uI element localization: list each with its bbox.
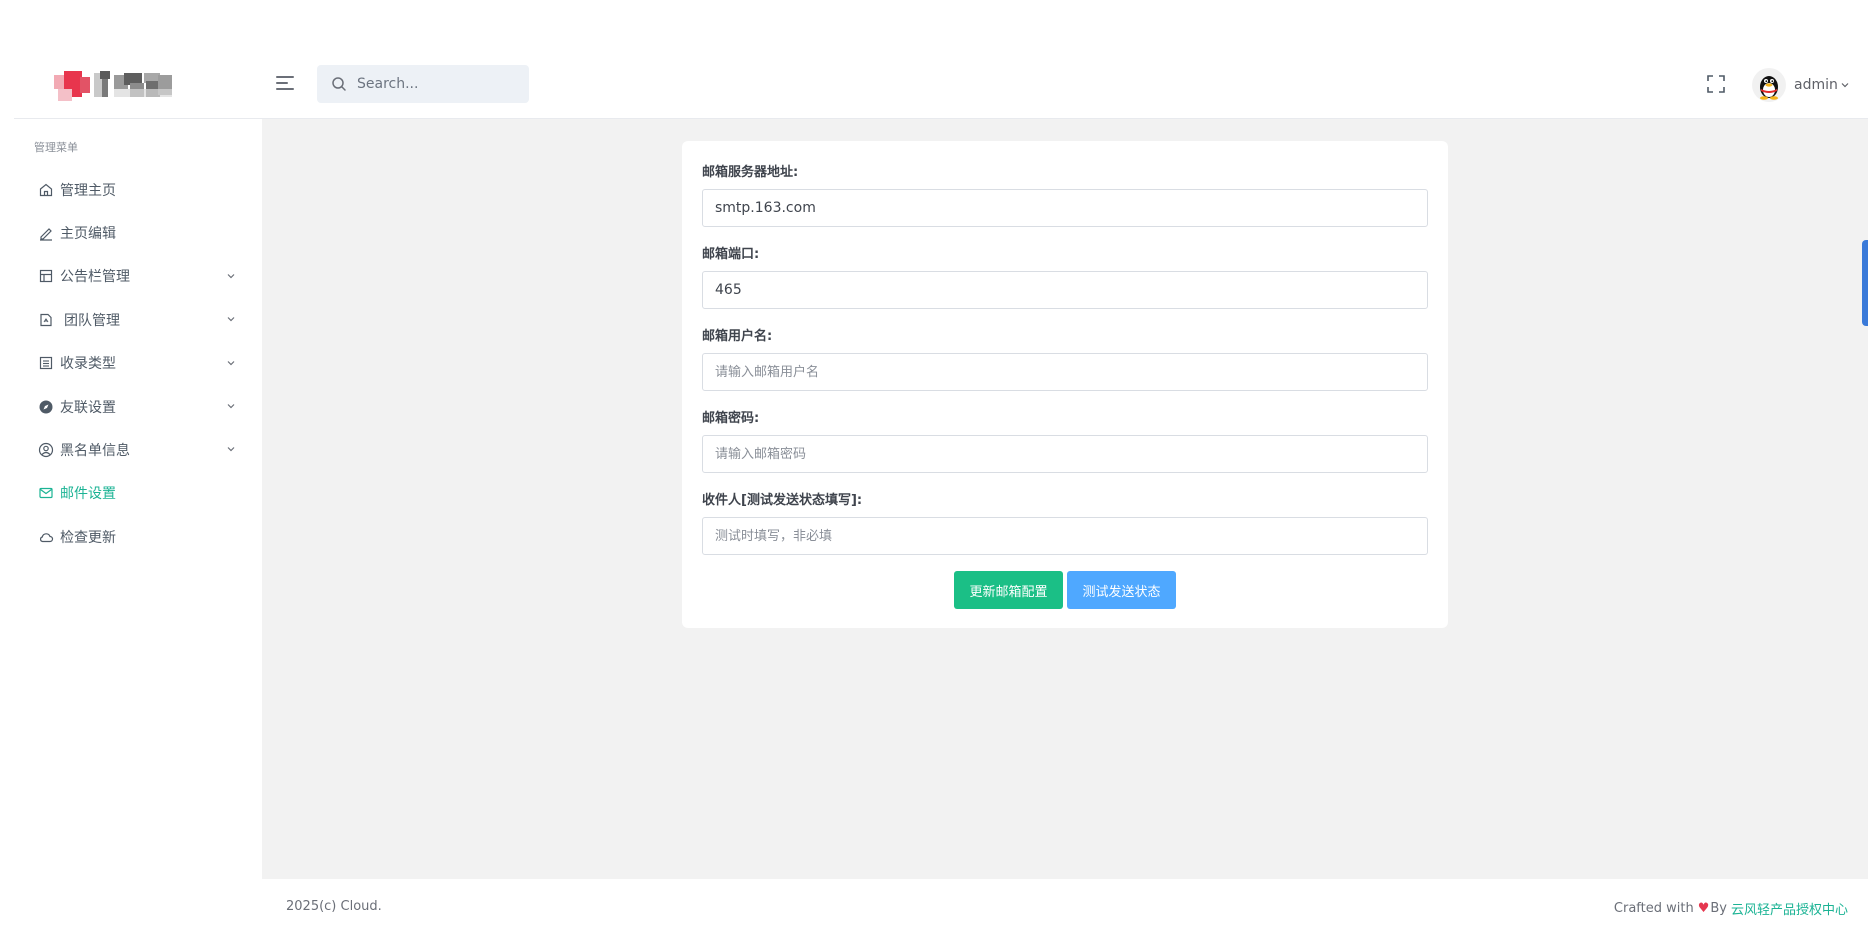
settings-drawer-tab[interactable] — [1862, 240, 1868, 326]
sidebar-item-announcements[interactable]: 公告栏管理 — [14, 255, 262, 298]
sidebar-item-label: 管理主页 — [60, 182, 116, 199]
sidebar-item-friend-links[interactable]: 友联设置 — [14, 385, 262, 428]
sidebar-item-label: 收录类型 — [60, 356, 116, 373]
sidebar-item-label: 主页编辑 — [60, 226, 116, 243]
chevron-down-icon — [227, 360, 235, 365]
sidebar: 管理菜单 管理主页 主页编辑 公告栏管理 团队管理 收录类型 友联设置 黑名单信… — [14, 119, 262, 934]
document-icon — [40, 313, 52, 326]
user-menu[interactable]: admin — [1752, 65, 1850, 105]
server-label: 邮箱服务器地址: — [702, 165, 799, 180]
menu-title: 管理菜单 — [34, 141, 78, 154]
sidebar-item-label: 黑名单信息 — [60, 443, 130, 460]
username-input[interactable] — [702, 353, 1428, 391]
sidebar-item-team[interactable]: 团队管理 — [14, 298, 262, 341]
fullscreen-icon[interactable] — [1706, 74, 1726, 94]
sidebar-item-mail-settings[interactable]: 邮件设置 — [14, 472, 262, 515]
list-icon — [39, 357, 53, 370]
sidebar-item-label: 团队管理 — [64, 312, 120, 329]
sidebar-item-label: 友联设置 — [60, 399, 116, 416]
sidebar-item-home[interactable]: 管理主页 — [14, 168, 262, 211]
by-text: By — [1710, 901, 1727, 916]
mail-icon — [39, 488, 53, 499]
home-icon — [39, 183, 53, 196]
username: admin — [1794, 77, 1838, 93]
port-input[interactable] — [702, 271, 1428, 309]
footer-link[interactable]: 云风轻产品授权中心 — [1731, 899, 1848, 918]
sidebar-item-label: 邮件设置 — [60, 486, 116, 503]
chevron-down-icon — [227, 317, 235, 322]
password-label: 邮箱密码: — [702, 411, 760, 426]
compass-icon — [39, 400, 53, 414]
mail-settings-form: 邮箱服务器地址: 邮箱端口: 邮箱用户名: 邮箱密码: 收件人[测试发送状态填写… — [682, 141, 1448, 628]
sidebar-nav: 管理主页 主页编辑 公告栏管理 团队管理 收录类型 友联设置 黑名单信息 邮件设… — [14, 168, 262, 559]
update-mail-config-button[interactable]: 更新邮箱配置 — [954, 571, 1063, 609]
search-input[interactable] — [357, 65, 525, 103]
recipient-label: 收件人[测试发送状态填写]: — [702, 493, 863, 508]
board-icon — [39, 270, 53, 283]
test-send-button[interactable]: 测试发送状态 — [1067, 571, 1176, 609]
top-header: admin — [14, 53, 1868, 119]
credit: Crafted with ♥ By 云风轻产品授权中心 — [1614, 899, 1848, 918]
qq-penguin-icon — [1760, 76, 1778, 100]
sidebar-item-check-update[interactable]: 检查更新 — [14, 515, 262, 558]
heart-icon: ♥ — [1697, 901, 1710, 916]
crafted-text: Crafted with — [1613, 901, 1694, 916]
search-box — [317, 65, 529, 103]
port-label: 邮箱端口: — [702, 247, 760, 262]
pencil-icon — [40, 228, 52, 241]
sidebar-item-home-edit[interactable]: 主页编辑 — [14, 211, 262, 254]
chevron-down-icon — [227, 447, 235, 452]
user-circle-icon — [38, 442, 54, 458]
chevron-down-icon — [227, 404, 235, 409]
footer: 2025(c) Cloud. Crafted with ♥ By 云风轻产品授权… — [262, 879, 1868, 934]
sidebar-item-label: 公告栏管理 — [60, 269, 130, 286]
copyright: 2025(c) Cloud. — [286, 899, 382, 914]
username-label: 邮箱用户名: — [702, 329, 773, 344]
cloud-icon — [40, 533, 54, 542]
sidebar-item-label: 检查更新 — [60, 529, 116, 546]
sidebar-item-blacklist[interactable]: 黑名单信息 — [14, 428, 262, 471]
search-icon — [332, 77, 346, 91]
main-content: 邮箱服务器地址: 邮箱端口: 邮箱用户名: 邮箱密码: 收件人[测试发送状态填写… — [262, 119, 1868, 879]
chevron-down-icon — [1841, 83, 1849, 88]
sidebar-item-categories[interactable]: 收录类型 — [14, 342, 262, 385]
avatar — [1752, 68, 1786, 102]
password-input[interactable] — [702, 435, 1428, 473]
chevron-down-icon — [227, 273, 235, 279]
recipient-input[interactable] — [702, 517, 1428, 555]
server-input[interactable] — [702, 189, 1428, 227]
logo[interactable] — [50, 69, 178, 105]
menu-toggle-icon[interactable] — [276, 73, 296, 93]
